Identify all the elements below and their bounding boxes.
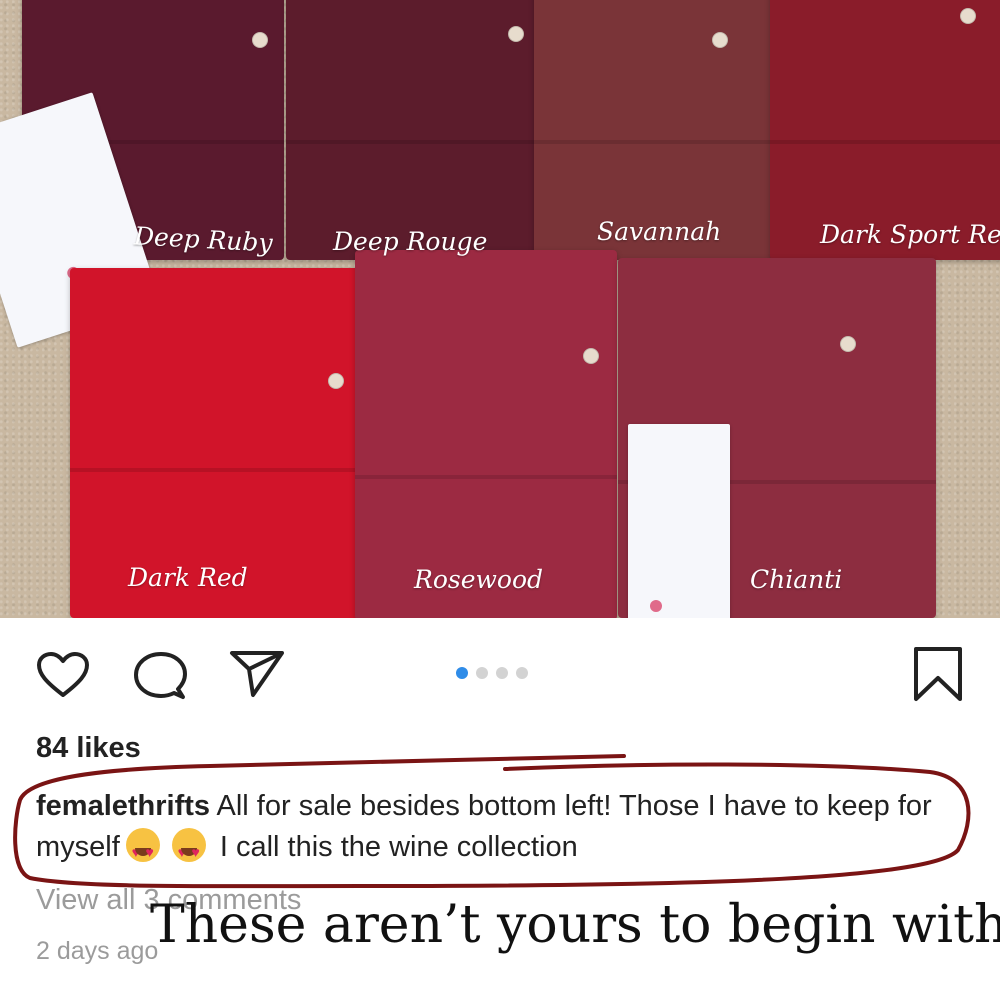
carousel-dot xyxy=(496,667,508,679)
swatch-label-savannah: Savannah xyxy=(597,217,722,246)
swatch-label-dark-sport-red: Dark Sport Red xyxy=(820,220,1000,249)
swatch-label-deep-rouge: Deep Rouge xyxy=(333,227,488,256)
overlay-text: These aren’t yours to begin with! xyxy=(150,895,1000,955)
carousel-dot xyxy=(456,667,468,679)
swatch-label-rosewood: Rosewood xyxy=(414,565,544,594)
bookmark-icon[interactable] xyxy=(912,645,964,703)
carousel-indicator xyxy=(456,667,528,679)
carousel-dot xyxy=(516,667,528,679)
swatch-label-chianti: Chianti xyxy=(750,565,843,594)
post-timestamp: 2 days ago xyxy=(36,937,159,965)
carousel-dot xyxy=(476,667,488,679)
legging-deep-rouge xyxy=(286,0,538,260)
likes-count[interactable]: 84 likes xyxy=(36,732,141,765)
comment-icon[interactable] xyxy=(131,651,187,701)
price-tag xyxy=(628,424,730,618)
heart-eyes-emoji xyxy=(125,828,160,873)
legging-rosewood xyxy=(355,250,617,618)
swatch-label-dark-red: Dark Red xyxy=(128,563,248,592)
heart-icon[interactable] xyxy=(36,651,90,699)
heart-eyes-emoji xyxy=(171,828,206,873)
username-link[interactable]: femalethrifts xyxy=(36,790,210,822)
post-caption: femalethrifts All for sale besides botto… xyxy=(36,786,966,873)
send-icon[interactable] xyxy=(229,649,285,699)
caption-text: I call this the wine collection xyxy=(219,831,578,863)
post-photo[interactable]: Deep Ruby Deep Rouge Savannah Dark Sport… xyxy=(0,0,1000,618)
